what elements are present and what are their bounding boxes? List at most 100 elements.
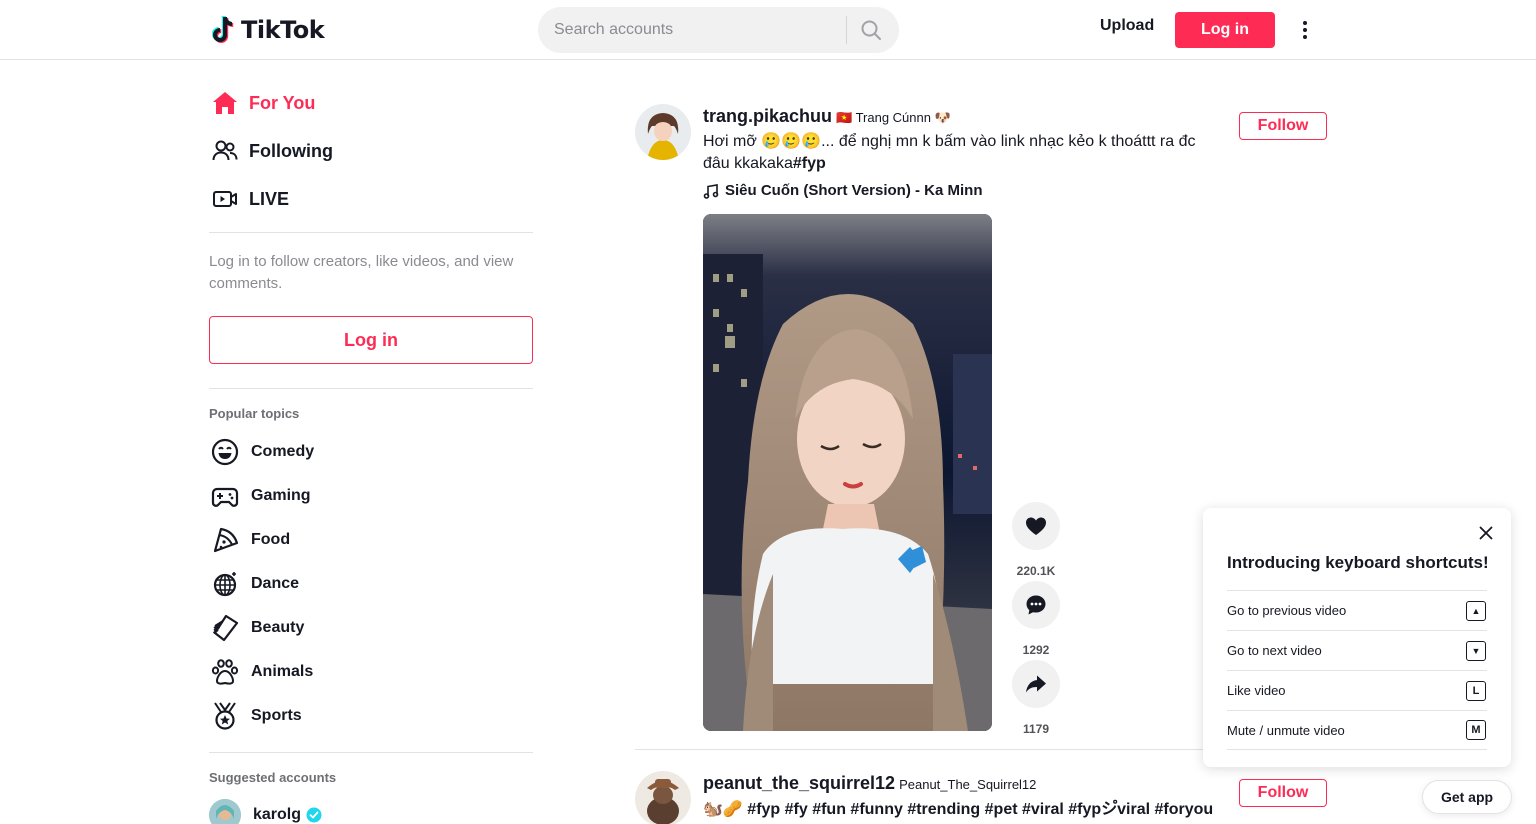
shortcut-row: Mute / unmute video M <box>1227 710 1487 750</box>
up-arrow-key-icon: ▲ <box>1466 600 1486 621</box>
close-icon <box>1479 526 1493 540</box>
shortcut-row: Like video L <box>1227 670 1487 710</box>
m-key-icon: M <box>1466 720 1486 740</box>
post-username[interactable]: peanut_the_squirrel12 <box>703 773 895 793</box>
topic-label: Comedy <box>251 443 315 460</box>
like-action: 220.1K <box>1012 502 1060 578</box>
nav-following[interactable]: Following <box>209 131 409 171</box>
suggested-account-name: karolg <box>253 806 302 823</box>
video-player[interactable] <box>703 214 992 731</box>
topic-dance[interactable]: Dance <box>209 566 409 602</box>
post-avatar[interactable] <box>635 771 691 824</box>
comb-icon <box>209 612 241 644</box>
topic-label: Sports <box>251 707 302 724</box>
music-title: Siêu Cuốn (Short Version) - Ka Minn <box>725 182 983 199</box>
sidebar-divider <box>209 388 533 389</box>
shortcut-label: Go to next video <box>1227 643 1322 658</box>
paw-icon <box>209 656 241 688</box>
nav-label: LIVE <box>249 188 290 209</box>
get-app-button[interactable]: Get app <box>1422 780 1512 814</box>
tiktok-logo[interactable]: TikTok <box>212 14 325 46</box>
upload-button[interactable]: Upload <box>1100 17 1154 35</box>
music-note-icon <box>703 183 719 199</box>
follow-button[interactable]: Follow <box>1239 779 1327 807</box>
shortcut-row: Go to next video ▼ <box>1227 630 1487 670</box>
suggested-accounts-title: Suggested accounts <box>209 770 337 785</box>
topic-gaming[interactable]: Gaming <box>209 478 409 514</box>
comment-action: 1292 <box>1012 581 1060 657</box>
post-avatar[interactable] <box>635 104 691 160</box>
topic-label: Beauty <box>251 619 305 636</box>
topic-comedy[interactable]: Comedy <box>209 434 409 470</box>
sidebar-divider <box>209 752 533 753</box>
laugh-icon <box>209 436 241 468</box>
topic-label: Animals <box>251 663 314 680</box>
tiktok-note-icon <box>212 15 234 43</box>
topic-sports[interactable]: Sports <box>209 698 409 734</box>
like-button[interactable] <box>1012 502 1060 550</box>
share-action: 1179 <box>1012 660 1060 736</box>
topic-label: Dance <box>251 575 300 592</box>
nav-label: Following <box>249 140 333 161</box>
topic-beauty[interactable]: Beauty <box>209 610 409 646</box>
comment-button[interactable] <box>1012 581 1060 629</box>
nav-live[interactable]: LIVE <box>209 179 409 219</box>
topic-label: Gaming <box>251 487 311 504</box>
search-button[interactable] <box>856 15 886 45</box>
shortcut-label: Mute / unmute video <box>1227 722 1345 738</box>
login-hint: Log in to follow creators, like videos, … <box>209 253 514 292</box>
post-caption: Hơi mỡ 🥲🥲🥲... để nghị mn k bấm vào link … <box>703 131 1203 175</box>
topic-animals[interactable]: Animals <box>209 654 409 690</box>
share-count: 1179 <box>1022 722 1050 736</box>
post-music-link[interactable]: Siêu Cuốn (Short Version) - Ka Minn <box>703 182 983 199</box>
header-login-button[interactable]: Log in <box>1175 12 1275 48</box>
search-bar <box>538 7 899 53</box>
sidebar-divider <box>209 232 533 233</box>
search-divider <box>846 16 847 44</box>
comment-icon <box>1026 595 1046 615</box>
search-input[interactable] <box>554 7 844 53</box>
post-username[interactable]: trang.pikachuu <box>703 106 832 126</box>
top-header: TikTok Upload Log in <box>0 0 1536 60</box>
post-nickname: Peanut_The_Squirrel12 <box>899 777 1037 792</box>
avatar <box>209 799 241 824</box>
share-arrow-icon <box>1026 675 1046 693</box>
medal-icon <box>209 700 241 732</box>
more-vertical-icon <box>1303 21 1307 39</box>
post-username-row[interactable]: trang.pikachuu 🇻🇳 Trang Cúnnn 🐶 <box>703 106 951 127</box>
post-nickname: 🇻🇳 Trang Cúnnn 🐶 <box>836 110 951 125</box>
logo-text: TikTok <box>241 16 325 44</box>
post-caption: 🐿️🥜 #fyp #fy #fun #funny #trending #pet … <box>703 801 1214 818</box>
share-button[interactable] <box>1012 660 1060 708</box>
verified-badge-icon <box>306 807 322 823</box>
live-icon <box>209 183 241 215</box>
heart-icon <box>1026 517 1046 535</box>
down-arrow-key-icon: ▼ <box>1466 640 1486 661</box>
nav-label: For You <box>249 92 316 113</box>
follow-button[interactable]: Follow <box>1239 112 1327 140</box>
people-icon <box>209 135 241 167</box>
close-shortcuts-button[interactable] <box>1477 524 1495 542</box>
more-menu-button[interactable] <box>1296 16 1314 44</box>
shortcut-label: Go to previous video <box>1227 603 1347 618</box>
caption-text: Hơi mỡ 🥲🥲🥲... để nghị mn k bấm vào link … <box>703 133 1196 172</box>
suggested-account-item[interactable]: karolg <box>209 799 322 824</box>
search-icon <box>861 20 881 40</box>
sidebar-login-button[interactable]: Log in <box>209 316 533 364</box>
nav-for-you[interactable]: For You <box>209 83 409 123</box>
gamepad-icon <box>209 480 241 512</box>
comment-count: 1292 <box>1022 643 1050 657</box>
home-icon <box>209 87 241 119</box>
video-thumbnail <box>703 214 992 731</box>
shortcuts-title: Introducing keyboard shortcuts! <box>1227 553 1489 572</box>
shortcut-row: Go to previous video ▲ <box>1227 590 1487 630</box>
like-count: 220.1K <box>1016 564 1056 578</box>
hashtag-link[interactable]: #fyp <box>793 155 826 172</box>
disco-ball-icon <box>209 568 241 600</box>
popular-topics-title: Popular topics <box>209 406 300 421</box>
pizza-icon <box>209 524 241 556</box>
shortcut-label: Like video <box>1227 683 1286 698</box>
l-key-icon: L <box>1466 680 1486 701</box>
topic-food[interactable]: Food <box>209 522 409 558</box>
post-username-row[interactable]: peanut_the_squirrel12 Peanut_The_Squirrel… <box>703 773 1036 794</box>
